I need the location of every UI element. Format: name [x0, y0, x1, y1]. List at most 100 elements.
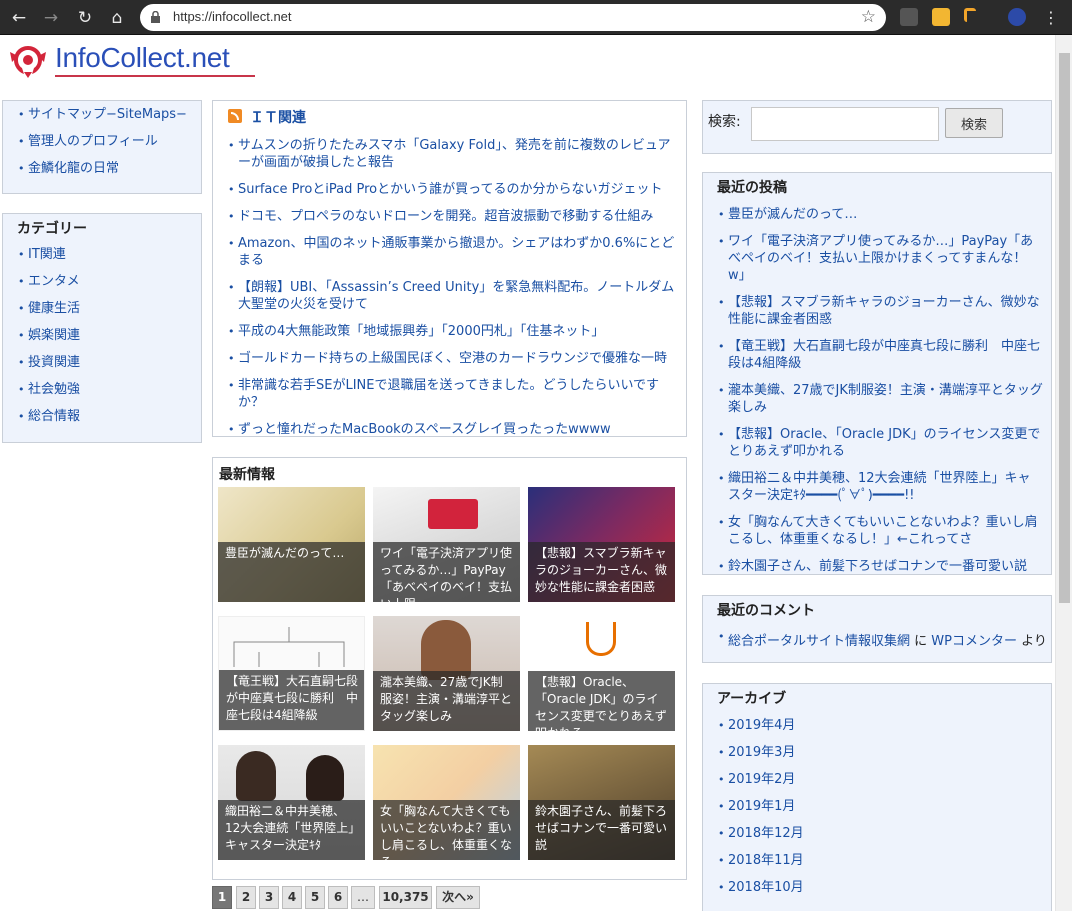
- tile-caption[interactable]: 【悲報】スマブラ新キャラのジョーカーさん、微妙な性能に課金者困惑: [528, 542, 675, 602]
- profile-avatar-icon[interactable]: [1008, 8, 1026, 26]
- latest-tile[interactable]: 女「胸なんて大きくてもいいことないわよ？重いし肩こるし、体重重くなる: [373, 745, 520, 860]
- tile-caption[interactable]: 女「胸なんて大きくてもいいことないわよ？重いし肩こるし、体重重くなる: [373, 800, 520, 860]
- extension-bracket-icon[interactable]: [964, 8, 976, 22]
- it-news-item[interactable]: ずっと憧れだったMacBookのスペースグレイ買ったったwwww: [228, 421, 680, 438]
- latest-tile[interactable]: 【竜王戦】大石直嗣七段が中座真七段に勝利 中座七段は4組降級: [218, 616, 365, 731]
- logo-underline: [55, 75, 255, 77]
- archive-item[interactable]: 2019年4月: [718, 717, 1051, 734]
- rss-icon[interactable]: [228, 109, 242, 123]
- recent-post-item[interactable]: 鈴木園子さん、前髪下ろせばコナンで一番可愛い説: [718, 558, 1043, 575]
- recent-post-item[interactable]: 女「胸なんて大きくてもいいことないわよ？重いし肩こるし、体重重くなるし！」←これ…: [718, 514, 1043, 548]
- latest-tile[interactable]: 鈴木園子さん、前髪下ろせばコナンで一番可愛い説: [528, 745, 675, 860]
- it-news-item[interactable]: ドコモ、プロペラのないドローンを開発。超音波振動で移動する仕組み: [228, 208, 680, 225]
- it-news-item[interactable]: ゴールドカード持ちの上級国民ぼく、空港のカードラウンジで優雅な一時: [228, 350, 680, 367]
- page-scrollbar[interactable]: [1055, 35, 1072, 911]
- latest-tile[interactable]: 豊臣が滅んだのって…: [218, 487, 365, 602]
- reload-icon[interactable]: ↻: [74, 7, 96, 29]
- bracket-diagram-image: [233, 627, 345, 667]
- left-link-profile[interactable]: 管理人のプロフィール: [18, 133, 201, 150]
- recent-post-item[interactable]: ワイ「電子決済アプリ使ってみるか…」PayPay「あべペイのベイ！支払い上限かけ…: [718, 233, 1043, 284]
- category-item[interactable]: 娯楽関連: [18, 327, 201, 344]
- extension-notes-icon[interactable]: [932, 8, 950, 26]
- page-link[interactable]: 6: [328, 886, 348, 909]
- recent-comment-item: 総合ポータルサイト情報収集網 に WPコメンター より: [703, 620, 1051, 649]
- tile-caption[interactable]: 織田裕二＆中井美穂、12大会連続「世界陸上」キャスター決定ｷﾀ: [218, 800, 365, 860]
- category-item[interactable]: 総合情報: [18, 408, 201, 425]
- recent-posts-widget: 最近の投稿 豊臣が滅んだのって… ワイ「電子決済アプリ使ってみるか…」PayPa…: [702, 172, 1052, 575]
- left-link-sitemap[interactable]: サイトマップ−SiteMaps−: [18, 106, 201, 123]
- home-icon[interactable]: ⌂: [106, 7, 128, 29]
- left-link-daily[interactable]: 金鱗化龍の日常: [18, 160, 201, 177]
- recent-posts-title: 最近の投稿: [717, 180, 787, 196]
- category-item[interactable]: IT関連: [18, 246, 201, 263]
- next-page-link[interactable]: 次へ»: [436, 886, 480, 909]
- it-news-item[interactable]: 非常識な若手SEがLINEで退職届を送ってきました。どうしたらいいですか？: [228, 377, 680, 411]
- archive-item[interactable]: 2019年3月: [718, 744, 1051, 761]
- recent-post-item[interactable]: 【悲報】Oracle、「Oracle JDK」のライセンス変更でとりあえず叩かれ…: [718, 426, 1043, 460]
- tile-caption[interactable]: 豊臣が滅んだのって…: [218, 542, 365, 602]
- search-input[interactable]: [751, 107, 939, 141]
- archive-item[interactable]: 2018年12月: [718, 825, 1051, 842]
- latest-tile[interactable]: ワイ「電子決済アプリ使ってみるか…」PayPay「あべペイのベイ！支払い上限: [373, 487, 520, 602]
- search-widget: 検索: 検索: [702, 100, 1052, 154]
- category-item[interactable]: 健康生活: [18, 300, 201, 317]
- archive-item[interactable]: 2018年10月: [718, 879, 1051, 896]
- address-bar[interactable]: https://infocollect.net ☆: [140, 4, 886, 31]
- latest-tile[interactable]: 【悲報】スマブラ新キャラのジョーカーさん、微妙な性能に課金者困惑: [528, 487, 675, 602]
- tile-caption[interactable]: 鈴木園子さん、前髪下ろせばコナンで一番可愛い説: [528, 800, 675, 860]
- archive-item[interactable]: 2018年11月: [718, 852, 1051, 869]
- url-text: https://infocollect.net: [173, 9, 292, 24]
- page-link-current[interactable]: 1: [212, 886, 232, 909]
- category-item[interactable]: 投資関連: [18, 354, 201, 371]
- back-icon[interactable]: ←: [8, 7, 30, 29]
- latest-tile[interactable]: 【悲報】Oracle、「Oracle JDK」のライセンス変更でとりあえず叩かれ…: [528, 616, 675, 731]
- search-button[interactable]: 検索: [945, 108, 1003, 138]
- categories-title: カテゴリー: [17, 221, 87, 237]
- latest-tile[interactable]: 織田裕二＆中井美穂、12大会連続「世界陸上」キャスター決定ｷﾀ: [218, 745, 365, 860]
- archive-item[interactable]: 2019年1月: [718, 798, 1051, 815]
- page-link[interactable]: 5: [305, 886, 325, 909]
- comment-suffix: より: [1016, 634, 1047, 649]
- forward-icon[interactable]: →: [40, 7, 62, 29]
- comment-post-link[interactable]: WPコメンター: [931, 634, 1017, 649]
- portrait-image: [306, 755, 344, 801]
- recent-post-item[interactable]: 【竜王戦】大石直嗣七段が中座真七段に勝利 中座七段は4組降級: [718, 338, 1043, 372]
- archive-title: アーカイブ: [717, 691, 787, 707]
- it-news-item[interactable]: 【朗報】UBI、「Assassin’s Creed Unity」を緊急無料配布。…: [228, 279, 680, 313]
- search-label: 検索:: [708, 114, 741, 130]
- recent-post-item[interactable]: 【悲報】スマブラ新キャラのジョーカーさん、微妙な性能に課金者困惑: [718, 294, 1043, 328]
- menu-kebab-icon[interactable]: ⋮: [1040, 7, 1062, 29]
- tile-caption[interactable]: 【竜王戦】大石直嗣七段が中座真七段に勝利 中座七段は4組降級: [219, 670, 364, 730]
- recent-post-item[interactable]: 豊臣が滅んだのって…: [718, 206, 1043, 223]
- portrait-image: [236, 751, 276, 801]
- category-item[interactable]: エンタメ: [18, 273, 201, 290]
- archive-item[interactable]: 2019年2月: [718, 771, 1051, 788]
- it-news-item[interactable]: Surface ProとiPad Proとかいう誰が買ってるのか分からないガジェ…: [228, 181, 680, 198]
- site-name[interactable]: InfoCollect.net: [55, 42, 230, 74]
- it-news-item[interactable]: サムスンの折りたたみスマホ「Galaxy Fold」、発売を前に複数のレビュアー…: [228, 137, 680, 171]
- it-news-widget: ＩＴ関連 サムスンの折りたたみスマホ「Galaxy Fold」、発売を前に複数の…: [212, 100, 687, 438]
- it-news-item[interactable]: Amazon、中国のネット通販事業から撤退か。シェアはわずか0.6%にとどまる: [228, 235, 680, 269]
- page-ellipsis: …: [351, 886, 375, 909]
- bookmark-star-icon[interactable]: ☆: [861, 7, 876, 27]
- tile-caption[interactable]: 瀧本美織、27歳でJK制服姿！主演・溝端淳平とタッグ楽しみ: [373, 671, 520, 731]
- comment-author-link[interactable]: 総合ポータルサイト情報収集網: [728, 634, 910, 649]
- categories-widget: カテゴリー IT関連 エンタメ 健康生活 娯楽関連 投資関連 社会勉強 総合情報: [2, 213, 202, 443]
- it-news-title[interactable]: ＩＴ関連: [250, 107, 306, 127]
- tile-caption[interactable]: ワイ「電子決済アプリ使ってみるか…」PayPay「あべペイのベイ！支払い上限: [373, 542, 520, 602]
- category-item[interactable]: 社会勉強: [18, 381, 201, 398]
- page-link-last[interactable]: 10,375: [379, 886, 432, 909]
- it-news-item[interactable]: 平成の4大無能政策「地域振興券」「2000円札」「住基ネット」: [228, 323, 680, 340]
- recent-comments-widget: 最近のコメント 総合ポータルサイト情報収集網 に WPコメンター より: [702, 595, 1052, 663]
- extension-shield-icon[interactable]: [900, 8, 918, 26]
- page-link[interactable]: 4: [282, 886, 302, 909]
- page-link[interactable]: 2: [236, 886, 256, 909]
- recent-post-item[interactable]: 織田裕二＆中井美穂、12大会連続「世界陸上」キャスター決定ｷﾀ━━━━(ﾟ∀ﾟ)…: [718, 470, 1043, 504]
- recent-post-item[interactable]: 瀧本美織、27歳でJK制服姿！主演・溝端淳平とタッグ楽しみ: [718, 382, 1043, 416]
- latest-posts-widget: 最新情報 豊臣が滅んだのって… ワイ「電子決済アプリ使ってみるか…」PayPay…: [212, 457, 687, 880]
- dragon-logo-icon: [10, 46, 46, 78]
- scrollbar-thumb[interactable]: [1059, 53, 1070, 603]
- tile-caption[interactable]: 【悲報】Oracle、「Oracle JDK」のライセンス変更でとりあえず叩かれ…: [528, 671, 675, 731]
- page-link[interactable]: 3: [259, 886, 279, 909]
- latest-tile[interactable]: 瀧本美織、27歳でJK制服姿！主演・溝端淳平とタッグ楽しみ: [373, 616, 520, 731]
